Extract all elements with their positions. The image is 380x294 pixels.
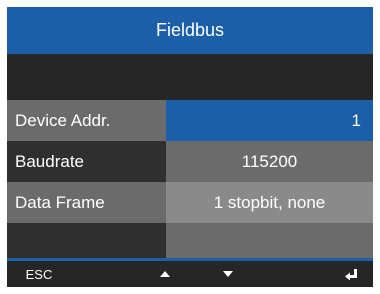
- empty-label-cell: [7, 223, 166, 258]
- triangle-down-icon: [223, 271, 233, 277]
- device-address-value[interactable]: 1: [166, 100, 373, 141]
- menu-row-baudrate[interactable]: Baudrate 115200: [7, 141, 373, 183]
- spacer-row: [7, 54, 373, 100]
- page-title: Fieldbus: [155, 20, 225, 40]
- enter-return-icon: [345, 269, 357, 280]
- data-frame-value[interactable]: 1 stopbit, none: [166, 182, 373, 223]
- display-screen: Fieldbus Device Addr. 1 Baudrate 115200 …: [7, 7, 373, 287]
- title-bar: Fieldbus: [7, 7, 373, 54]
- triangle-up-icon: [160, 271, 170, 277]
- menu-row-data-frame[interactable]: Data Frame 1 stopbit, none: [7, 182, 373, 224]
- empty-value-cell: [166, 223, 373, 258]
- device-address-label: Device Addr.: [7, 100, 166, 141]
- enter-button[interactable]: [337, 261, 365, 287]
- down-button[interactable]: [214, 261, 242, 287]
- softkey-bar: ESC: [7, 258, 373, 287]
- baudrate-label: Baudrate: [7, 141, 166, 182]
- menu-row-empty: [7, 223, 373, 258]
- up-button[interactable]: [151, 261, 179, 287]
- data-frame-label: Data Frame: [7, 182, 166, 223]
- baudrate-value[interactable]: 115200: [166, 141, 373, 182]
- esc-label: ESC: [25, 266, 53, 282]
- menu-row-device-address[interactable]: Device Addr. 1: [7, 100, 373, 142]
- esc-button[interactable]: ESC: [19, 261, 59, 287]
